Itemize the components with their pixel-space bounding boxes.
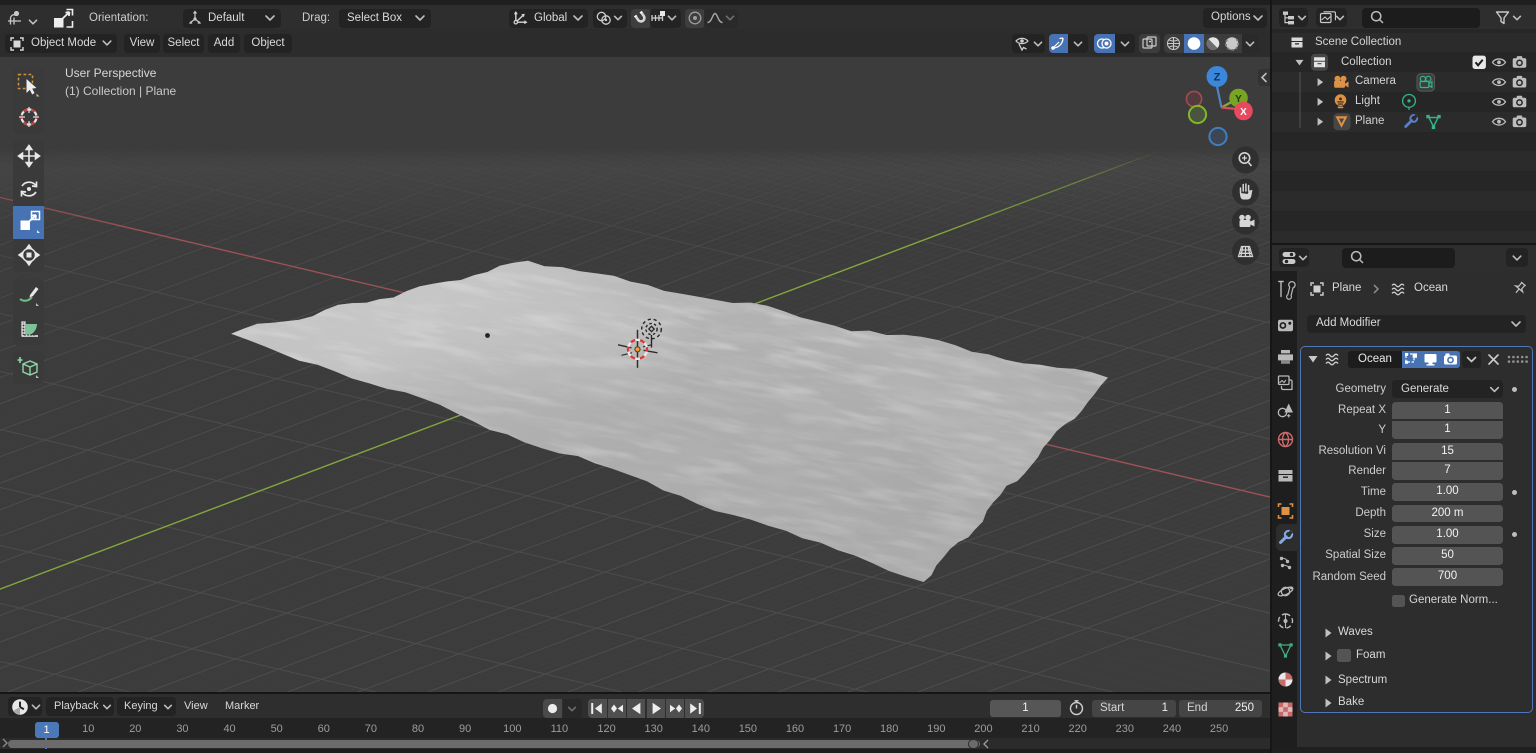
svg-text:Z: Z — [1214, 72, 1221, 84]
svg-text:X: X — [1240, 107, 1247, 118]
